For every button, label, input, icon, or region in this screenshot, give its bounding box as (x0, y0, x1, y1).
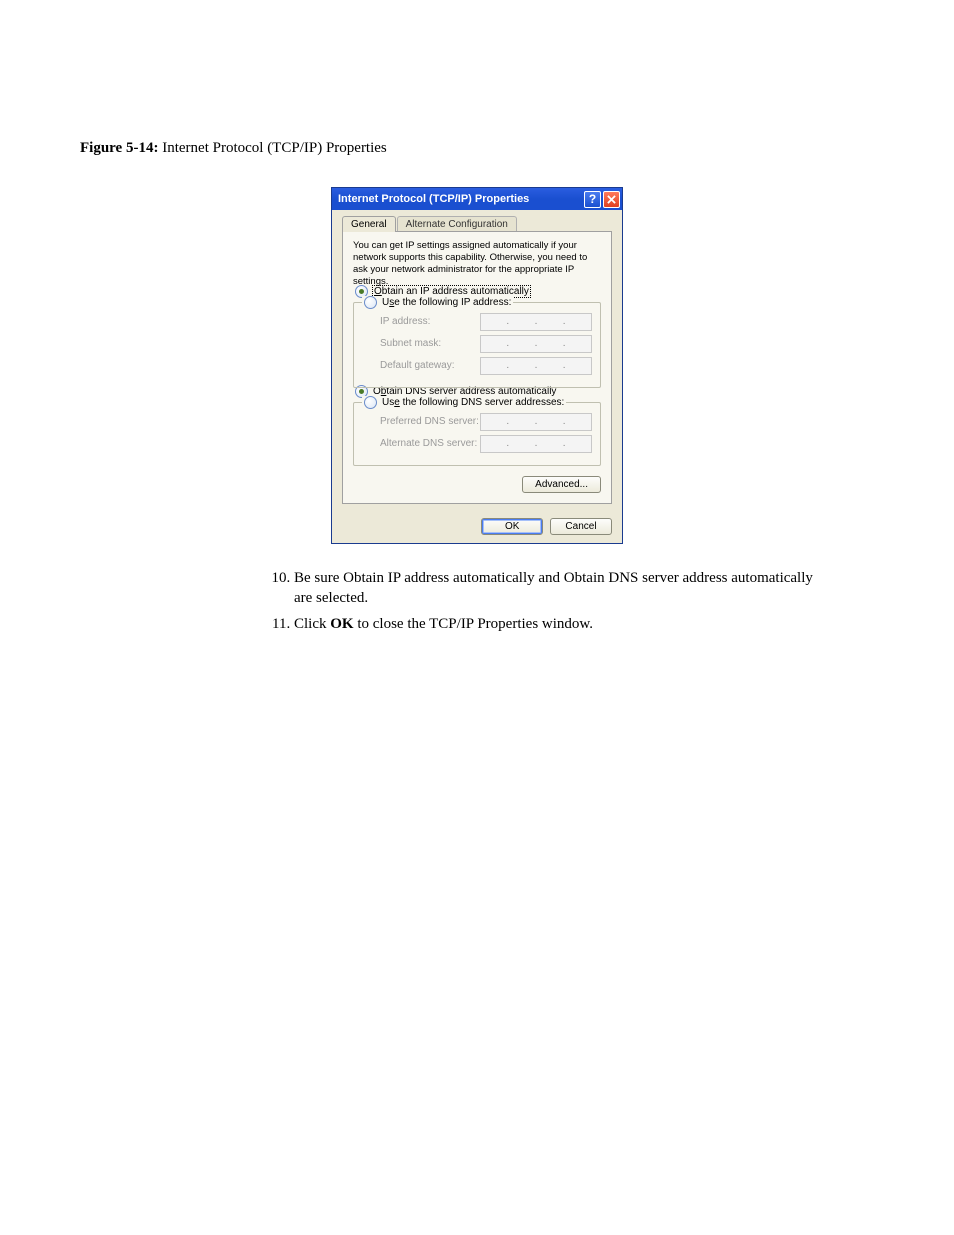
tab-alternate-configuration[interactable]: Alternate Configuration (397, 216, 517, 232)
ip-address-input: ... (480, 313, 592, 331)
general-panel: You can get IP settings assigned automat… (342, 231, 612, 504)
dns-settings-group: Use the following DNS server addresses: … (353, 402, 601, 466)
advanced-row: Advanced... (353, 476, 601, 493)
figure-label: Figure 5-14: (80, 140, 158, 156)
titlebar-text: Internet Protocol (TCP/IP) Properties (338, 193, 582, 205)
step-10: Be sure Obtain IP address automatically … (294, 568, 814, 609)
ip-address-row: IP address: ... (380, 313, 592, 331)
ok-button[interactable]: OK (481, 518, 543, 535)
titlebar[interactable]: Internet Protocol (TCP/IP) Properties ? (332, 188, 622, 210)
description-text: You can get IP settings assigned automat… (353, 240, 601, 288)
tab-row: General Alternate Configuration (342, 216, 612, 232)
tcpip-properties-dialog: Internet Protocol (TCP/IP) Properties ? … (331, 187, 623, 544)
alternate-dns-label: Alternate DNS server: (380, 438, 480, 449)
tab-general[interactable]: General (342, 216, 396, 232)
preferred-dns-row: Preferred DNS server: ... (380, 413, 592, 431)
subnet-mask-row: Subnet mask: ... (380, 335, 592, 353)
default-gateway-row: Default gateway: ... (380, 357, 592, 375)
dialog-footer: OK Cancel (332, 512, 622, 543)
radio-use-following-ip-label: Use the following IP address: (382, 297, 511, 308)
preferred-dns-label: Preferred DNS server: (380, 416, 480, 427)
radio-use-following-dns[interactable]: Use the following DNS server addresses: (362, 396, 566, 409)
subnet-mask-label: Subnet mask: (380, 338, 480, 349)
advanced-button[interactable]: Advanced... (522, 476, 601, 493)
figure-caption: Figure 5-14: Internet Protocol (TCP/IP) … (80, 140, 874, 157)
help-icon[interactable]: ? (584, 191, 601, 208)
alternate-dns-row: Alternate DNS server: ... (380, 435, 592, 453)
figure-title: Internet Protocol (TCP/IP) Properties (162, 140, 387, 156)
step-11: Click OK to close the TCP/IP Properties … (294, 614, 814, 634)
instruction-steps: Be sure Obtain IP address automatically … (80, 568, 814, 635)
default-gateway-input: ... (480, 357, 592, 375)
alternate-dns-input: ... (480, 435, 592, 453)
radio-use-following-dns-label: Use the following DNS server addresses: (382, 397, 564, 408)
ip-settings-group: Use the following IP address: IP address… (353, 302, 601, 388)
subnet-mask-input: ... (480, 335, 592, 353)
default-gateway-label: Default gateway: (380, 360, 480, 371)
cancel-button[interactable]: Cancel (550, 518, 612, 535)
preferred-dns-input: ... (480, 413, 592, 431)
radio-icon (364, 396, 377, 409)
ip-address-label: IP address: (380, 316, 480, 327)
radio-use-following-ip[interactable]: Use the following IP address: (362, 296, 513, 309)
close-icon[interactable] (603, 191, 620, 208)
radio-icon (364, 296, 377, 309)
